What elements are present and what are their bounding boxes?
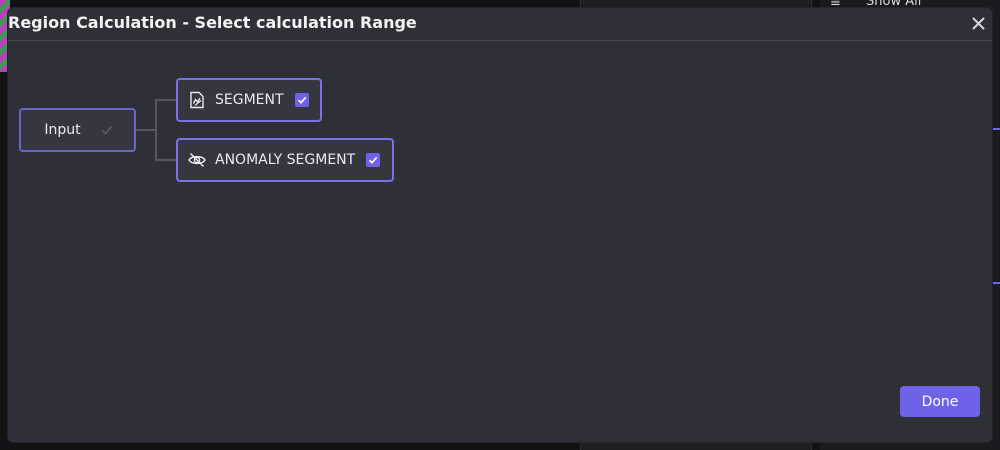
tree-node-input[interactable]: Input (19, 108, 136, 152)
eye-off-icon (187, 150, 207, 170)
dialog-header: Region Calculation - Select calculation … (8, 8, 992, 41)
tree-node-label: SEGMENT (215, 92, 284, 108)
tree-node-label: ANOMALY SEGMENT (215, 152, 356, 168)
tree-connector (136, 129, 156, 131)
region-calculation-dialog: Region Calculation - Select calculation … (8, 8, 992, 442)
done-button[interactable]: Done (900, 386, 980, 417)
tree-connector (155, 99, 176, 101)
anomaly-segment-checkbox[interactable] (366, 153, 381, 167)
tree-connector (155, 99, 157, 161)
segment-checkbox[interactable] (294, 93, 309, 107)
check-icon (297, 96, 306, 104)
check-icon (369, 156, 378, 164)
segment-icon (187, 90, 207, 110)
close-button[interactable] (968, 12, 988, 34)
dialog-title: Region Calculation - Select calculation … (8, 13, 417, 32)
tree-node-anomaly-segment[interactable]: ANOMALY SEGMENT (176, 138, 394, 182)
close-icon (972, 17, 984, 29)
tree-node-label: Input (44, 122, 81, 138)
check-icon (101, 124, 113, 136)
tree-connector (155, 159, 176, 161)
tree-node-segment[interactable]: SEGMENT (176, 78, 322, 122)
